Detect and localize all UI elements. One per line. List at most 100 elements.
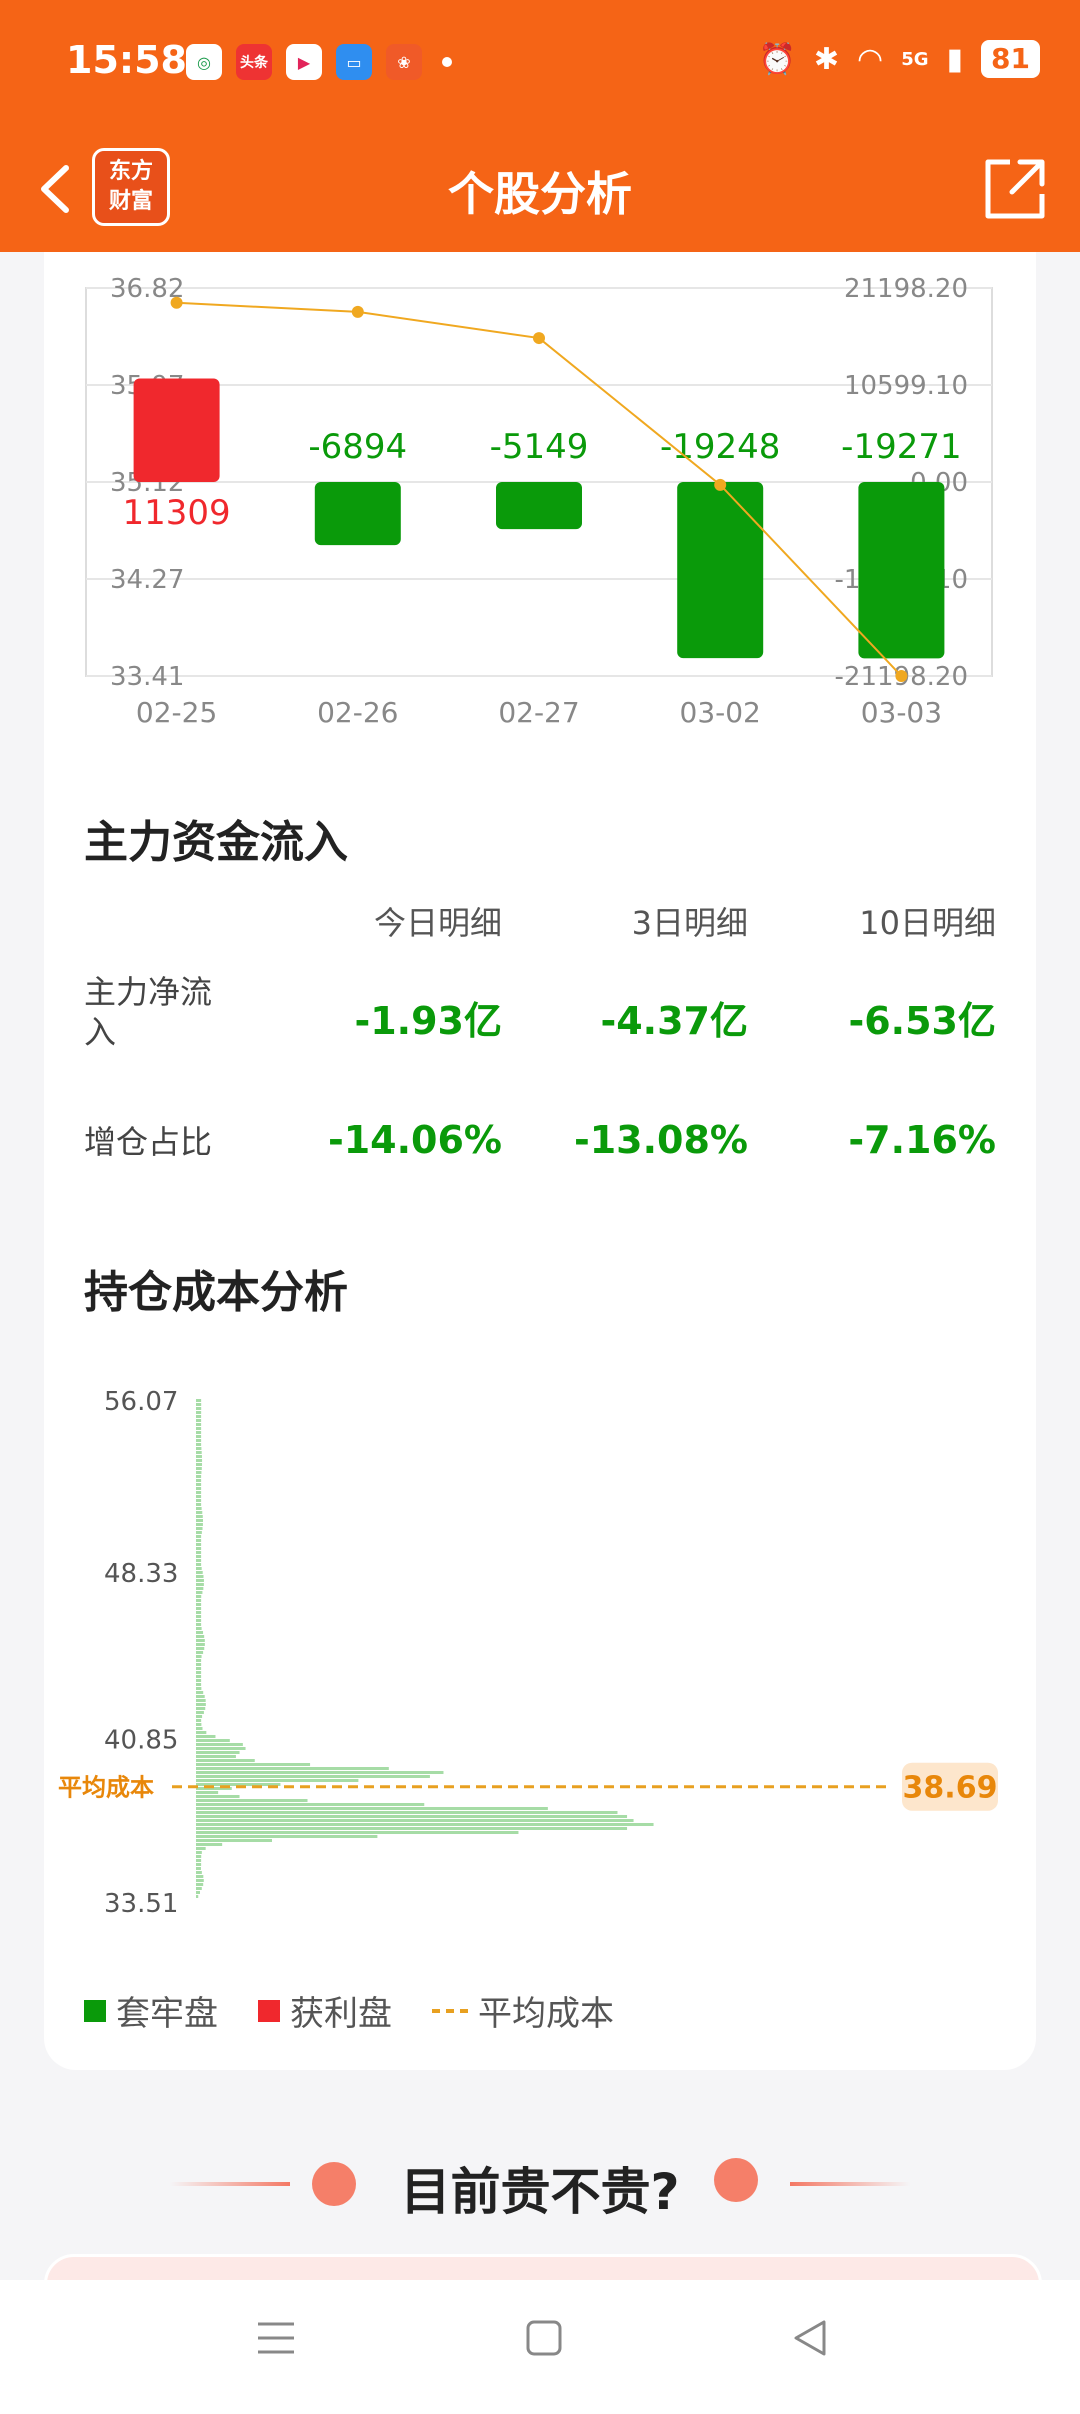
cost-bar <box>196 1603 202 1606</box>
toutiao-icon: 头条 <box>236 44 272 80</box>
status-bar: 15:58 ◎ 头条 ▶ ▭ ❀ ⏰ ✱ ◠ 5G ▮ 81 <box>0 0 1080 126</box>
legend-swatch-trapped <box>84 1999 106 2022</box>
cost-bar <box>196 1471 202 1474</box>
cost-bar <box>196 1451 202 1454</box>
bar-value-label: 11309 <box>123 493 231 533</box>
cost-bar <box>196 1547 202 1550</box>
cost-bar <box>196 1675 202 1678</box>
cost-bar <box>196 1499 202 1502</box>
status-time: 15:58 <box>66 38 187 82</box>
promo-banner[interactable]: 目前贵不贵? <box>0 2148 1080 2221</box>
cost-bar <box>196 1495 202 1498</box>
cost-bar <box>196 1407 202 1410</box>
cost-bar <box>196 1423 202 1426</box>
cost-bar <box>196 1415 202 1418</box>
cost-bar <box>196 1467 202 1470</box>
wifi-icon: ◠ <box>857 41 884 77</box>
cost-bar <box>196 1695 205 1698</box>
cost-bar <box>196 1583 204 1586</box>
x-tick-label: 02-26 <box>317 696 398 729</box>
message-app-icon: ▭ <box>336 44 372 80</box>
cost-analysis-title: 持仓成本分析 <box>84 1267 348 1318</box>
bar <box>314 482 401 546</box>
cost-bar <box>196 1743 243 1746</box>
cost-bar <box>196 1871 202 1874</box>
cost-bar <box>196 1403 202 1406</box>
cost-bar <box>196 1807 548 1810</box>
bar-value-label: -6894 <box>308 427 407 467</box>
cost-bar <box>196 1527 203 1530</box>
cost-legend: 套牢盘 获利盘 平均成本 <box>84 1986 614 2035</box>
bar-value-label: -19248 <box>660 427 780 467</box>
cost-bar <box>196 1867 201 1870</box>
cost-bar <box>196 1891 201 1894</box>
header-10day: 10日明细 <box>859 904 996 942</box>
legend-average-cost: 平均成本 <box>432 1986 614 2035</box>
cost-bar <box>196 1447 202 1450</box>
cost-bar <box>196 1427 202 1430</box>
cost-bar <box>196 1883 204 1886</box>
legend-swatch-average <box>432 2008 468 2013</box>
cost-bar <box>196 1539 202 1542</box>
cost-bar <box>196 1595 202 1598</box>
cost-bar <box>196 1827 628 1830</box>
cost-bar <box>196 1719 202 1722</box>
net-inflow-10day: -6.53亿 <box>848 999 996 1043</box>
home-icon[interactable] <box>524 2318 564 2358</box>
bar <box>496 482 582 530</box>
legend-trapped: 套牢盘 <box>84 1986 218 2035</box>
cost-bar <box>196 1475 202 1478</box>
cost-bar <box>196 1663 202 1666</box>
legend-profit: 获利盘 <box>258 1986 392 2035</box>
cost-bar <box>196 1551 202 1554</box>
cost-bar <box>196 1683 202 1686</box>
cost-bar <box>196 1599 202 1602</box>
legend-label-trapped: 套牢盘 <box>116 1994 218 2034</box>
cost-bar <box>196 1791 219 1794</box>
legend-label-average: 平均成本 <box>478 1994 614 2034</box>
bluetooth-icon: ✱ <box>813 41 840 77</box>
cost-bar <box>196 1799 308 1802</box>
cost-bar <box>196 1455 202 1458</box>
cost-bar <box>196 1491 202 1494</box>
alarm-icon: ⏰ <box>758 41 796 77</box>
cost-bar <box>196 1587 204 1590</box>
cost-bar <box>196 1839 272 1842</box>
menu-icon[interactable] <box>256 2318 296 2358</box>
cost-bar <box>196 1651 204 1654</box>
cost-bar <box>196 1643 205 1646</box>
cost-y-tick-label: 48.33 <box>104 1559 178 1589</box>
cost-bar <box>196 1567 202 1570</box>
cost-bar <box>196 1803 425 1806</box>
x-tick-label: 02-25 <box>136 696 217 729</box>
more-notifications-icon <box>442 57 452 67</box>
status-indicators: ⏰ ✱ ◠ 5G ▮ 81 <box>759 40 1040 78</box>
app-icon-5: ❀ <box>386 44 422 80</box>
cost-bar <box>196 1623 202 1626</box>
signal-icon: ▮ <box>946 41 964 77</box>
cost-bar <box>196 1819 634 1822</box>
cost-bar <box>196 1555 202 1558</box>
network-type: 5G <box>901 48 929 70</box>
bar <box>677 482 764 659</box>
share-icon[interactable] <box>980 154 1050 224</box>
battery-level: 81 <box>981 40 1040 78</box>
promo-divider-right <box>790 2182 910 2186</box>
x-tick-label: 03-03 <box>861 696 942 729</box>
cost-bar <box>196 1487 202 1490</box>
net-inflow-3day: -4.37亿 <box>600 999 748 1043</box>
x-tick-label: 02-27 <box>498 696 579 729</box>
back-nav-icon[interactable] <box>790 2318 830 2358</box>
cost-bar <box>196 1615 202 1618</box>
cost-bar <box>196 1591 203 1594</box>
cost-bar <box>196 1579 204 1582</box>
cost-bar <box>196 1835 378 1838</box>
cost-distribution-chart: 56.07 48.33 40.85 33.51 平均成本 38.69 <box>58 1387 998 1919</box>
price-point <box>533 332 545 345</box>
cost-bar <box>196 1483 202 1486</box>
position-ratio-today: -14.06% <box>327 1118 502 1162</box>
cost-bar <box>196 1779 359 1782</box>
cost-bar <box>196 1619 202 1622</box>
price-point <box>714 478 727 491</box>
average-cost-label: 平均成本 <box>58 1774 154 1802</box>
